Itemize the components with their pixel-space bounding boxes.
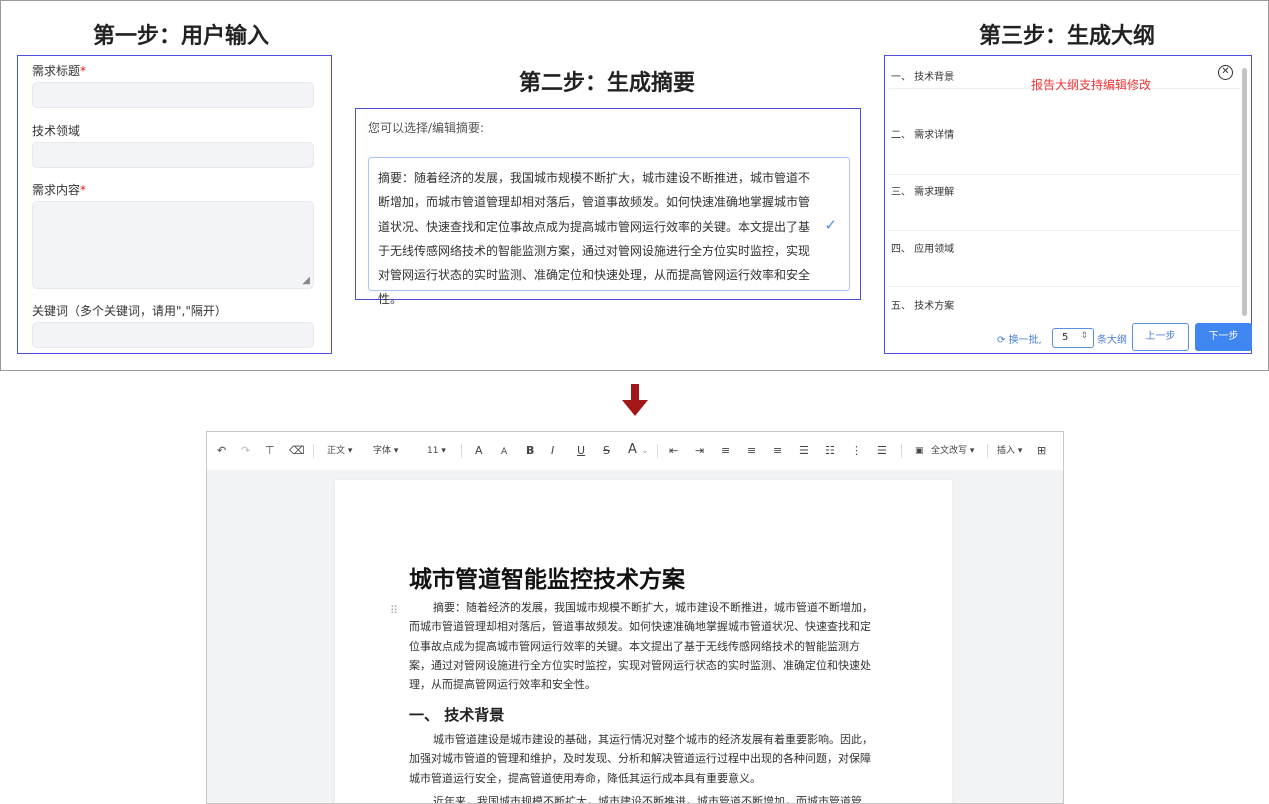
toolbar-divider: [987, 444, 988, 458]
checkmark-icon: ✓: [824, 216, 837, 234]
step2-title: 第二步：生成摘要: [519, 71, 696, 96]
strikethrough-icon[interactable]: S: [603, 444, 610, 458]
indent-increase-icon[interactable]: ⇥: [695, 444, 704, 458]
required-marker: *: [80, 183, 87, 197]
align-justify-icon[interactable]: ☰: [799, 444, 809, 458]
requirement-content-label: 需求内容*: [32, 181, 86, 198]
insert-dropdown[interactable]: 插入 ▾: [997, 444, 1022, 458]
table-icon[interactable]: ⊞: [1037, 444, 1046, 458]
rewrite-all-dropdown[interactable]: 全文改写 ▾: [931, 444, 974, 458]
divider: [889, 230, 1241, 231]
font-grow-icon[interactable]: A: [475, 444, 483, 458]
abstract-paragraph[interactable]: 摘要：随着经济的发展，我国城市规模不断扩大，城市建设不断推进，城市管道不断增加，…: [409, 598, 877, 694]
user-input-form: 需求标题* 技术领域 需求内容* ◢ 关键词（多个关键词，请用","隔开）: [17, 55, 332, 354]
outline-edit-note: 报告大纲支持编辑修改: [1031, 78, 1152, 92]
refresh-batch-button[interactable]: ⟳ 换一批,: [997, 331, 1042, 346]
requirement-title-label: 需求标题*: [32, 62, 86, 79]
keywords-label: 关键词（多个关键词，请用","隔开）: [32, 304, 227, 318]
bullet-list-icon[interactable]: ☰: [877, 444, 887, 458]
editor-toolbar: ↶ ↷ ⊤ ⌫ 正文 ▾ 字体 ▾ 11 ▾ A A B I U S A ⌄ ⇤…: [207, 432, 1063, 470]
font-size-dropdown[interactable]: 11 ▾: [427, 444, 446, 458]
keywords-input[interactable]: [32, 322, 314, 348]
divider: [889, 286, 1241, 287]
tech-domain-label: 技术领域: [32, 124, 81, 138]
outline-item[interactable]: 一、 技术背景: [891, 68, 954, 83]
paragraph-style-dropdown[interactable]: 正文 ▾: [327, 444, 352, 458]
refresh-label: 换一批,: [1008, 335, 1042, 346]
close-icon[interactable]: ✕: [1218, 65, 1233, 80]
outline-item[interactable]: 四、 应用领域: [891, 240, 954, 255]
font-shrink-icon[interactable]: A: [501, 445, 507, 459]
resize-handle-icon[interactable]: ◢: [302, 276, 310, 286]
ordered-list-icon[interactable]: ⋮: [851, 444, 862, 458]
redo-icon[interactable]: ↷: [241, 444, 250, 458]
align-left-icon[interactable]: ≡: [721, 444, 730, 458]
stepper-arrows-icon[interactable]: ⇕: [1080, 331, 1088, 341]
outline-item[interactable]: 五、 技术方案: [891, 297, 954, 312]
document-editor: ↶ ↷ ⊤ ⌫ 正文 ▾ 字体 ▾ 11 ▾ A A B I U S A ⌄ ⇤…: [206, 431, 1064, 804]
font-color-icon[interactable]: A: [628, 443, 637, 457]
requirement-content-label-text: 需求内容: [32, 183, 81, 197]
summary-panel: 您可以选择/编辑摘要: 摘要：随着经济的发展，我国城市规模不断扩大，城市建设不断…: [355, 108, 861, 306]
down-arrow-icon: [622, 384, 648, 416]
document-title[interactable]: 城市管道智能监控技术方案: [409, 560, 685, 594]
italic-icon[interactable]: I: [551, 444, 554, 458]
summary-text[interactable]: 摘要：随着经济的发展，我国城市规模不断扩大，城市建设不断推进，城市管道不断增加，…: [378, 166, 819, 312]
requirement-title-label-text: 需求标题: [32, 64, 81, 78]
summary-prompt: 您可以选择/编辑摘要:: [368, 121, 485, 135]
outline-panel: 一、 技术背景 二、 需求详情 三、 需求理解 四、 应用领域 五、 技术方案 …: [884, 55, 1252, 354]
drag-handle-icon[interactable]: ⠿: [390, 604, 398, 617]
required-marker: *: [80, 64, 87, 78]
outline-item[interactable]: 二、 需求详情: [891, 126, 954, 141]
step3-title: 第三步：生成大纲: [979, 24, 1156, 49]
undo-icon[interactable]: ↶: [217, 444, 226, 458]
refresh-icon: ⟳: [997, 335, 1009, 346]
section-heading[interactable]: 一、 技术背景: [409, 704, 504, 725]
outline-count-stepper[interactable]: 5 ⇕: [1052, 328, 1094, 348]
bold-icon[interactable]: B: [526, 444, 534, 458]
format-painter-icon[interactable]: ⊤: [265, 444, 275, 458]
requirement-title-input[interactable]: [32, 82, 314, 108]
outline-count-suffix: 条大纲: [1097, 335, 1127, 346]
toolbar-divider: [657, 444, 658, 458]
toolbar-divider: [901, 444, 902, 458]
scrollbar[interactable]: [1242, 68, 1247, 316]
outline-item[interactable]: 三、 需求理解: [891, 183, 954, 198]
tech-domain-input[interactable]: [32, 142, 314, 168]
underline-icon[interactable]: U: [577, 444, 585, 458]
align-right-icon[interactable]: ≡: [773, 444, 782, 458]
document-page[interactable]: 城市管道智能监控技术方案 ⠿ 摘要：随着经济的发展，我国城市规模不断扩大，城市建…: [335, 480, 952, 803]
outline-count-value: 5: [1062, 332, 1069, 343]
align-center-icon[interactable]: ≡: [747, 444, 756, 458]
requirement-content-textarea[interactable]: ◢: [32, 201, 314, 289]
divider: [889, 174, 1241, 175]
indent-decrease-icon[interactable]: ⇤: [669, 444, 678, 458]
line-height-icon[interactable]: ☷: [825, 444, 835, 458]
body-paragraph[interactable]: 城市管道建设是城市建设的基础，其运行情况对整个城市的经济发展有着重要影响。因此，…: [409, 730, 877, 788]
toolbar-divider: [461, 444, 462, 458]
summary-option[interactable]: 摘要：随着经济的发展，我国城市规模不断扩大，城市建设不断推进，城市管道不断增加，…: [368, 157, 850, 306]
toolbar-divider: [313, 444, 314, 458]
body-paragraph[interactable]: 近年来，我国城市规模不断扩大，城市建设不断推进，城市管道不断增加，而城市管道管: [409, 792, 877, 803]
next-step-button[interactable]: 下一步: [1195, 323, 1252, 351]
font-color-dropdown-icon[interactable]: ⌄: [641, 444, 649, 458]
font-family-dropdown[interactable]: 字体 ▾: [373, 444, 398, 458]
clear-format-icon[interactable]: ⌫: [289, 444, 305, 458]
step1-title: 第一步：用户输入: [93, 24, 270, 49]
workflow-panel: 第一步：用户输入 第二步：生成摘要 第三步：生成大纲 需求标题* 技术领域 需求…: [0, 0, 1269, 371]
ai-rewrite-icon[interactable]: ▣: [915, 444, 924, 458]
previous-step-button[interactable]: 上一步: [1132, 323, 1189, 351]
